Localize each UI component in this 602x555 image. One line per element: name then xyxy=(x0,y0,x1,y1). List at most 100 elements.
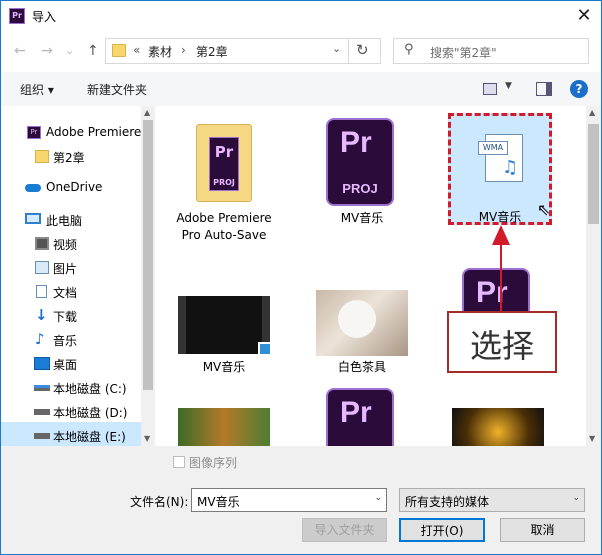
play-icon xyxy=(258,342,272,356)
computer-icon xyxy=(25,213,41,224)
recent-dropdown-icon[interactable]: ⌄ xyxy=(65,44,74,57)
sidebar-item-chapter2[interactable]: 第2章 xyxy=(31,145,155,169)
navigation-bar: ← → ⌄ ↑ « 素材 › 第2章 ⌄ ↻ ⚲ 搜索"第2章" xyxy=(1,32,601,72)
mouse-cursor-icon: ⇖ xyxy=(537,200,551,219)
filename-value: MV音乐 xyxy=(197,495,240,509)
breadcrumb-separator[interactable]: › xyxy=(181,43,186,57)
video-folder-icon xyxy=(35,237,49,250)
back-icon[interactable]: ← xyxy=(14,43,26,59)
sidebar-item-label: 文档 xyxy=(53,286,78,300)
preview-pane-icon[interactable] xyxy=(536,82,552,96)
image-thumbnail xyxy=(316,290,408,356)
chevron-down-icon[interactable]: ⌄ xyxy=(572,493,580,503)
filename-input[interactable]: MV音乐 ⌄ xyxy=(191,488,387,512)
sidebar-item-drive-c[interactable]: 本地磁盘 (C:) xyxy=(31,376,155,400)
forward-icon[interactable]: → xyxy=(41,43,53,59)
address-bar[interactable]: « 素材 › 第2章 ⌄ ↻ xyxy=(105,38,381,64)
sidebar-scrollbar[interactable]: ▲ ▼ xyxy=(141,106,155,446)
close-button[interactable]: ✕ xyxy=(567,1,601,32)
cancel-button[interactable]: 取消 xyxy=(500,518,585,542)
sidebar-item-label: 此电脑 xyxy=(46,214,83,228)
view-dropdown-icon[interactable]: ▼ xyxy=(505,81,512,91)
sidebar-item-desktop[interactable]: 桌面 xyxy=(31,352,155,376)
sidebar-item-label: 下载 xyxy=(53,310,78,324)
music-icon: ♪ xyxy=(35,330,45,348)
annotation-callout: 选择 xyxy=(447,311,557,373)
wma-file-icon: WMA ♫ xyxy=(478,134,523,182)
search-placeholder: 搜索"第2章" xyxy=(430,46,497,60)
file-item[interactable]: MV音乐 xyxy=(166,266,282,406)
image-sequence-label: 图像序列 xyxy=(189,456,238,470)
file-item[interactable]: Pr PROJ Adobe Premiere Pro Auto-Save xyxy=(166,114,282,254)
breadcrumb-item[interactable]: 第2章 xyxy=(196,43,228,60)
import-folder-button[interactable]: 导入文件夹 xyxy=(302,518,387,542)
folder-icon xyxy=(112,44,126,57)
sidebar-item-onedrive[interactable]: OneDrive xyxy=(21,176,155,200)
scroll-down-icon[interactable]: ▼ xyxy=(589,434,595,443)
file-item[interactable]: 白色茶具 xyxy=(304,266,420,406)
organize-menu[interactable]: 组织 ▾ xyxy=(20,81,54,98)
image-thumbnail xyxy=(452,408,544,446)
folder-icon xyxy=(35,150,49,163)
image-sequence-checkbox[interactable] xyxy=(173,456,185,468)
sidebar-item-label: Adobe Premiere xyxy=(46,125,142,139)
file-label: 白色茶具 xyxy=(337,360,386,374)
scrollbar-thumb[interactable] xyxy=(588,124,599,224)
address-dropdown-icon[interactable]: ⌄ xyxy=(332,42,341,55)
sidebar-item-label: 本地磁盘 (E:) xyxy=(53,430,126,444)
window-title: 导入 xyxy=(32,10,57,24)
file-label: MV音乐 xyxy=(340,211,384,225)
sidebar-item-label: 第2章 xyxy=(53,151,85,165)
scrollbar-thumb[interactable] xyxy=(143,120,153,390)
drive-icon xyxy=(34,385,50,391)
image-thumbnail xyxy=(178,408,270,446)
scroll-up-icon[interactable]: ▲ xyxy=(144,108,150,117)
callout-text: 选择 xyxy=(469,327,534,365)
sidebar-item-drive-d[interactable]: 本地磁盘 (D:) xyxy=(31,400,155,424)
refresh-icon[interactable]: ↻ xyxy=(356,41,369,59)
sidebar-item-drive-e[interactable]: 本地磁盘 (E:) xyxy=(1,422,141,446)
command-toolbar: 组织 ▾ 新建文件夹 ▼ ? xyxy=(1,72,601,106)
breadcrumb-item[interactable]: 素材 xyxy=(148,43,172,60)
pictures-icon xyxy=(35,261,49,274)
view-options-icon[interactable] xyxy=(483,83,497,95)
premiere-icon: Pr xyxy=(27,126,41,139)
file-item[interactable] xyxy=(166,402,282,446)
desktop-icon xyxy=(34,357,50,370)
sidebar-item-label: 本地磁盘 (C:) xyxy=(53,382,127,396)
sidebar-item-pictures[interactable]: 图片 xyxy=(31,256,155,280)
open-button[interactable]: 打开(O) xyxy=(399,518,485,542)
file-item[interactable] xyxy=(446,402,562,446)
new-folder-button[interactable]: 新建文件夹 xyxy=(87,81,147,98)
scroll-up-icon[interactable]: ▲ xyxy=(589,108,595,117)
dialog-footer: 图像序列 文件名(N): MV音乐 ⌄ 所有支持的媒体 ⌄ 导入文件夹 打开(O… xyxy=(1,446,601,554)
sidebar-item-this-pc[interactable]: 此电脑 xyxy=(21,208,155,232)
file-type-value: 所有支持的媒体 xyxy=(405,495,490,509)
breadcrumb-overflow[interactable]: « xyxy=(133,43,140,57)
search-icon: ⚲ xyxy=(404,42,414,57)
sidebar-item-videos[interactable]: 视频 xyxy=(31,232,155,256)
chevron-down-icon[interactable]: ⌄ xyxy=(374,493,382,503)
sidebar-item-downloads[interactable]: ↓ 下载 xyxy=(31,304,155,328)
file-item[interactable]: Pr PROJ MV音乐 xyxy=(304,114,420,254)
file-type-select[interactable]: 所有支持的媒体 ⌄ xyxy=(399,488,585,512)
up-icon[interactable]: ↑ xyxy=(87,43,99,59)
cloud-icon xyxy=(25,184,41,192)
navigation-pane: Pr Adobe Premiere 第2章 OneDrive 此电脑 视频 图片… xyxy=(1,106,155,446)
sidebar-item-music[interactable]: ♪ 音乐 xyxy=(31,328,155,352)
sidebar-item-label: 桌面 xyxy=(53,358,78,372)
drive-icon xyxy=(34,409,50,415)
help-icon[interactable]: ? xyxy=(570,80,588,98)
scroll-down-icon[interactable]: ▼ xyxy=(144,434,150,443)
import-dialog: Pr 导入 ✕ ← → ⌄ ↑ « 素材 › 第2章 ⌄ ↻ ⚲ 搜索"第2章"… xyxy=(0,0,602,555)
search-box[interactable]: ⚲ 搜索"第2章" xyxy=(393,38,589,64)
sidebar-item-adobe-premiere[interactable]: Pr Adobe Premiere xyxy=(21,121,155,145)
selected-file-item[interactable]: WMA ♫ MV音乐 ⇖ xyxy=(448,113,552,225)
file-item[interactable]: Pr xyxy=(304,386,420,446)
document-icon xyxy=(36,285,47,298)
address-divider xyxy=(348,39,349,63)
content-scrollbar[interactable]: ▲ ▼ xyxy=(586,106,601,446)
sidebar-item-documents[interactable]: 文档 xyxy=(31,280,155,304)
pr-folder-icon: Pr PROJ xyxy=(196,124,252,202)
annotation-arrow xyxy=(492,225,510,313)
